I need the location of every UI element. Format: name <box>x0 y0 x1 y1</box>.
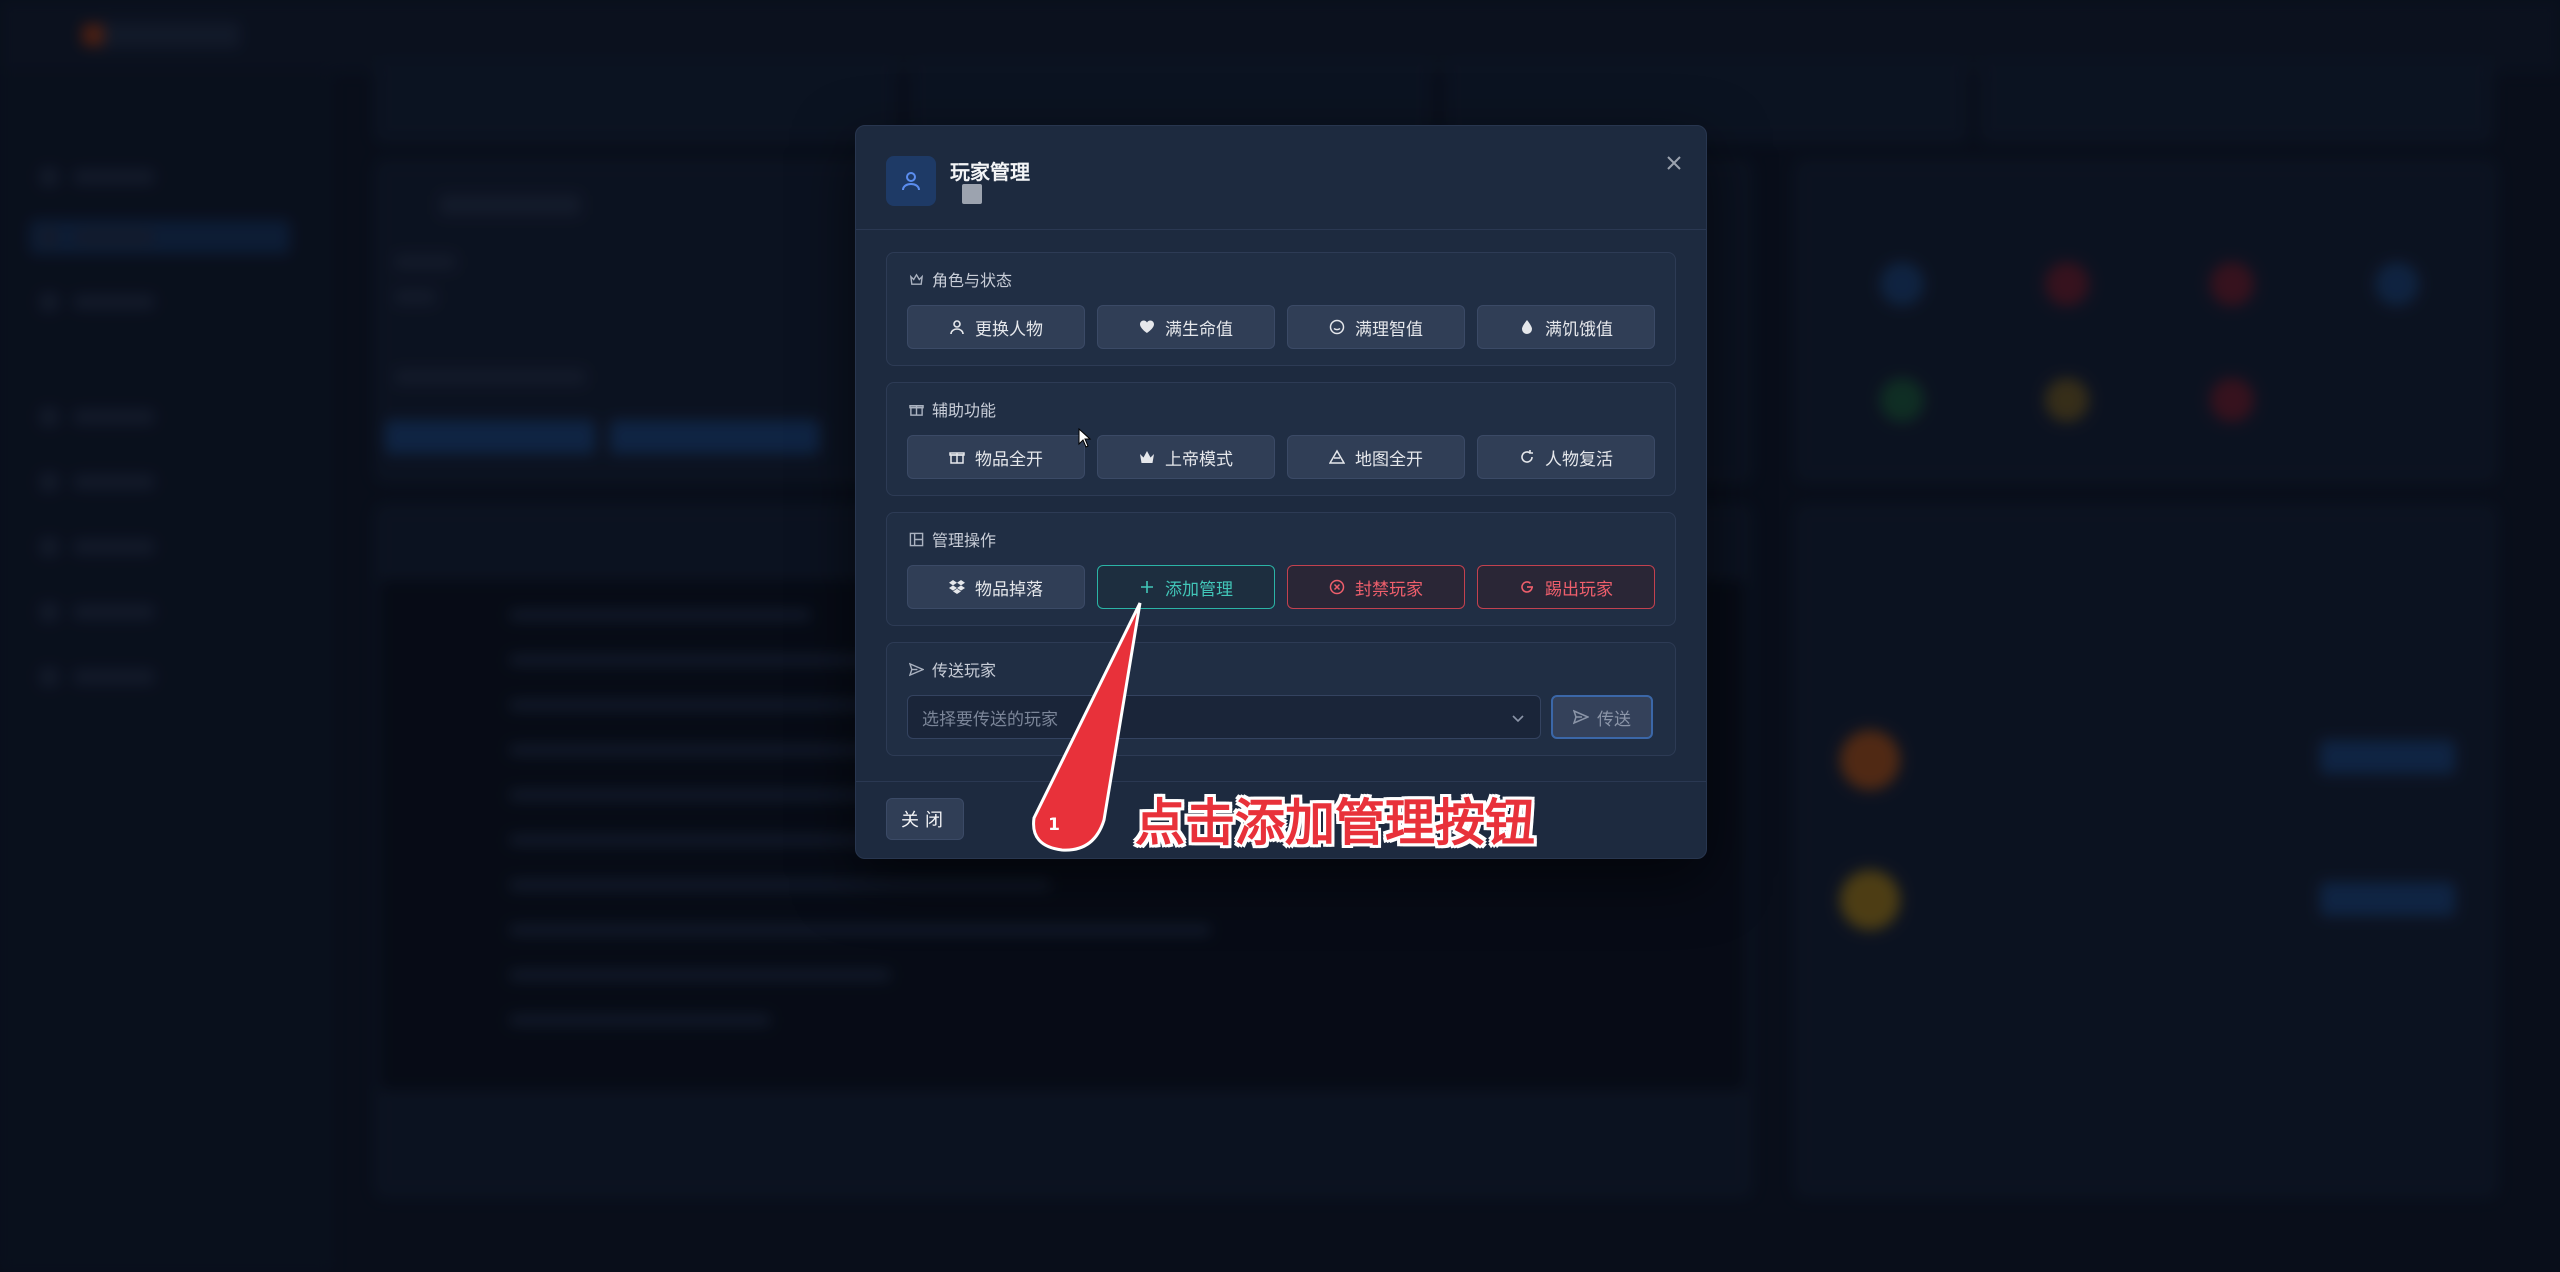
chevron-down-icon <box>1512 715 1524 723</box>
change-character-button[interactable]: 更换人物 <box>907 305 1085 349</box>
dropbox-icon <box>949 580 965 594</box>
heart-icon <box>1140 320 1154 333</box>
section-title: 角色与状态 <box>932 271 1013 290</box>
ban-icon <box>1329 579 1345 595</box>
close-button[interactable]: 关闭 <box>886 798 964 840</box>
reveal-map-button[interactable]: 地图全开 <box>1287 435 1465 479</box>
all-items-button[interactable]: 物品全开 <box>907 435 1085 479</box>
plus-icon <box>1141 581 1153 593</box>
kick-player-button[interactable]: 踢出玩家 <box>1477 565 1655 609</box>
teleport-player-select[interactable]: 选择要传送的玩家 <box>907 695 1541 739</box>
teleport-send-button[interactable]: 传送 <box>1551 695 1653 739</box>
ban-player-button[interactable]: 封禁玩家 <box>1287 565 1465 609</box>
close-icon[interactable] <box>1659 148 1689 178</box>
item-drop-button[interactable]: 物品掉落 <box>907 565 1085 609</box>
section-admin-operations: 管理操作 物品掉落 添加管理 封禁玩家 踢出玩家 <box>886 512 1676 626</box>
section-title: 辅助功能 <box>932 401 997 420</box>
section-teleport: 传送玩家 选择要传送的玩家 传送 <box>886 642 1676 756</box>
gift-icon <box>909 404 924 416</box>
annotation-step-number: 1 <box>1048 815 1060 835</box>
smile-icon <box>1329 319 1345 335</box>
section-role-status: 角色与状态 更换人物 满生命值 满理智值 满饥饿值 <box>886 252 1676 366</box>
user-icon <box>950 320 964 335</box>
refresh-icon <box>1521 450 1533 463</box>
drop-icon <box>1522 320 1532 334</box>
send-icon <box>909 662 924 676</box>
send-icon <box>1573 709 1589 725</box>
logout-icon <box>1521 581 1533 593</box>
section-assist: 辅助功能 物品全开 上帝模式 地图全开 人物复活 <box>886 382 1676 496</box>
revive-character-button[interactable]: 人物复活 <box>1477 435 1655 479</box>
gift-icon <box>949 452 965 464</box>
dialog-title: 玩家管理 <box>950 160 1030 184</box>
player-name-placeholder <box>962 184 982 204</box>
add-admin-button[interactable]: 添加管理 <box>1097 565 1275 609</box>
full-sanity-button[interactable]: 满理智值 <box>1287 305 1465 349</box>
player-management-dialog: 玩家管理 角色与状态 更换人物 满生命值 满理智值 满饥饿值 辅助功能 物品全开… <box>855 125 1707 859</box>
full-health-button[interactable]: 满生命值 <box>1097 305 1275 349</box>
crown-icon <box>909 272 924 285</box>
user-icon <box>886 156 936 206</box>
annotation-text: 点击添加管理按钮 <box>1135 794 1535 852</box>
dialog-header: 玩家管理 <box>856 126 1706 230</box>
mountain-icon <box>1329 449 1345 464</box>
grid-icon <box>909 532 924 546</box>
section-title: 传送玩家 <box>932 661 997 680</box>
crown-icon <box>1140 451 1154 463</box>
full-hunger-button[interactable]: 满饥饿值 <box>1477 305 1655 349</box>
mouse-cursor-icon <box>1078 428 1092 448</box>
god-mode-button[interactable]: 上帝模式 <box>1097 435 1275 479</box>
section-title: 管理操作 <box>932 531 997 550</box>
select-placeholder: 选择要传送的玩家 <box>922 709 1058 730</box>
